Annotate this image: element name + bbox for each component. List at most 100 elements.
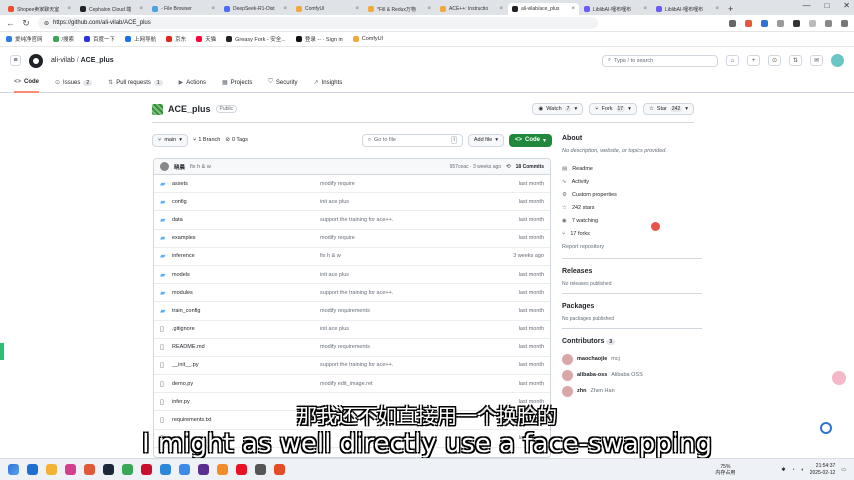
taskbar-app-icon[interactable] bbox=[236, 464, 247, 475]
file-row[interactable]: ▰ examples modify require last month bbox=[154, 230, 550, 248]
repo-name[interactable]: ACE_plus bbox=[168, 104, 211, 114]
close-window-button[interactable]: ✕ bbox=[843, 1, 850, 10]
file-commit-message[interactable]: support the training for ace++. bbox=[320, 217, 496, 223]
file-row[interactable]: ▯ __init__.py support the training for ace… bbox=[154, 357, 550, 376]
taskbar-app-icon[interactable] bbox=[274, 464, 285, 475]
maximize-button[interactable]: □ bbox=[824, 1, 829, 10]
taskbar-app-icon[interactable] bbox=[27, 464, 38, 475]
about-item[interactable]: ◉ 7 watching bbox=[562, 214, 702, 227]
file-name[interactable]: demo.py bbox=[172, 381, 320, 387]
side-handle[interactable] bbox=[0, 343, 4, 360]
file-name[interactable]: examples bbox=[172, 235, 320, 241]
about-item[interactable]: ▤ Readme bbox=[562, 162, 702, 175]
tab-issues[interactable]: ⊙ Issues 2 bbox=[55, 74, 93, 93]
browser-tab[interactable]: Cephalon Cloud 端 × bbox=[76, 3, 147, 15]
file-commit-message[interactable]: init ace plus bbox=[320, 326, 496, 332]
bookmark-item[interactable]: Greasy Fork - 安全... bbox=[226, 35, 286, 43]
extension-icon[interactable] bbox=[793, 19, 800, 27]
branches-link[interactable]: ⑂ 1 Branch bbox=[193, 137, 220, 143]
file-row[interactable]: ▰ config init ace plus last month bbox=[154, 193, 550, 212]
close-icon[interactable]: × bbox=[283, 6, 287, 12]
file-name[interactable]: config bbox=[172, 199, 320, 205]
close-icon[interactable]: × bbox=[499, 6, 503, 12]
bluetooth-icon[interactable]: ✱ bbox=[781, 467, 785, 473]
taskbar-app-icon[interactable] bbox=[141, 464, 152, 475]
file-name[interactable]: assets bbox=[172, 181, 320, 187]
close-icon[interactable]: × bbox=[355, 6, 359, 12]
taskbar-app-icon[interactable] bbox=[160, 464, 171, 475]
file-row[interactable]: ▰ assets modify require last month bbox=[154, 175, 550, 194]
bookmark-item[interactable]: ComfyUI bbox=[352, 36, 383, 42]
tab-code[interactable]: <> Code bbox=[14, 74, 40, 93]
watch-button[interactable]: ◉ Watch 7 ▾ bbox=[532, 103, 584, 115]
about-item[interactable]: ⑂ 17 forks bbox=[562, 227, 702, 240]
browser-tab[interactable]: LiblibAI-哩布哩布 × bbox=[580, 3, 651, 15]
bookmark-item[interactable]: 登录 -- · Sign in bbox=[295, 35, 343, 43]
pull-requests-icon[interactable]: ⇅ bbox=[789, 55, 802, 66]
taskbar-app-icon[interactable] bbox=[84, 464, 95, 475]
new-tab-button[interactable]: + bbox=[728, 3, 733, 15]
volume-icon[interactable]: ◖ bbox=[801, 467, 804, 473]
add-file-button[interactable]: Add file ▾ bbox=[467, 133, 504, 147]
file-name[interactable]: train_config bbox=[172, 308, 320, 314]
menu-icon[interactable] bbox=[841, 19, 848, 27]
breadcrumb-repo[interactable]: ACE_plus bbox=[81, 57, 114, 64]
file-commit-message[interactable]: modify requirements bbox=[320, 344, 496, 350]
file-row[interactable]: ▰ modules support the training for ace++. l… bbox=[154, 284, 550, 303]
browser-tab[interactable]: - File Browser × bbox=[148, 3, 219, 15]
file-row[interactable]: ▯ README.md modify requirements last month bbox=[154, 339, 550, 357]
copilot-icon[interactable]: ⌂ bbox=[726, 55, 739, 66]
about-item[interactable]: ∿ Activity bbox=[562, 175, 702, 188]
profile-icon[interactable] bbox=[825, 19, 832, 27]
windows-start-icon[interactable] bbox=[8, 464, 19, 475]
network-icon[interactable]: ◔ bbox=[792, 467, 795, 473]
reload-icon[interactable]: ↻ bbox=[22, 18, 30, 29]
report-link[interactable]: Report repository bbox=[562, 240, 702, 253]
close-icon[interactable]: × bbox=[571, 6, 575, 12]
browser-tab[interactable]: ali-vilab/ace_plus × bbox=[508, 3, 579, 15]
browser-tab[interactable]: ComfyUI × bbox=[292, 3, 363, 15]
go-to-file-input[interactable]: ⌕ Go to file t bbox=[361, 133, 463, 147]
create-new-icon[interactable]: + bbox=[747, 55, 760, 66]
file-name[interactable]: modules bbox=[172, 290, 320, 296]
branch-select[interactable]: ⑂ main ▾ bbox=[152, 133, 188, 147]
floating-assistant-icon[interactable] bbox=[832, 371, 846, 385]
close-icon[interactable]: × bbox=[643, 6, 647, 12]
file-commit-message[interactable]: fix h & w bbox=[320, 253, 496, 259]
bookmark-item[interactable]: 京东 bbox=[166, 35, 186, 43]
file-commit-message[interactable]: init ace plus bbox=[320, 199, 496, 205]
tags-link[interactable]: ⊘ 0 Tags bbox=[225, 137, 248, 143]
search-input[interactable]: ⌕ Type / to search bbox=[602, 54, 718, 67]
site-info-icon[interactable]: ⊜ bbox=[44, 20, 49, 27]
file-commit-message[interactable]: modify require bbox=[320, 235, 496, 241]
file-row[interactable]: ▰ data support the training for ace++. last… bbox=[154, 211, 550, 230]
about-item[interactable]: ⚙ Custom properties bbox=[562, 188, 702, 201]
contributor-item[interactable]: maochaojie mcj bbox=[562, 351, 702, 367]
extension-icon[interactable] bbox=[745, 19, 752, 27]
back-icon[interactable]: ← bbox=[6, 18, 15, 28]
taskbar-app-icon[interactable] bbox=[217, 464, 228, 475]
taskbar-app-icon[interactable] bbox=[198, 464, 209, 475]
browser-tab[interactable]: *Fill & Redux万物 × bbox=[364, 3, 435, 15]
file-row[interactable]: ▰ inference fix h & w 3 weeks ago bbox=[154, 248, 550, 266]
file-commit-message[interactable]: modify edit_image.ret bbox=[320, 381, 496, 387]
file-commit-message[interactable]: modify require bbox=[320, 181, 496, 187]
code-button[interactable]: <> Code ▾ bbox=[508, 133, 552, 147]
commit-count[interactable]: 18 Commits bbox=[516, 164, 544, 170]
contributors-heading[interactable]: Contributors 3 bbox=[562, 338, 702, 345]
extension-icon[interactable] bbox=[777, 19, 784, 27]
file-row[interactable]: ▯ demo.py modify edit_image.ret last month bbox=[154, 375, 550, 394]
contributor-item[interactable]: zhn Zhen Han bbox=[562, 383, 702, 399]
tab-pull-requests[interactable]: ⇅ Pull requests 1 bbox=[108, 74, 163, 93]
avatar[interactable] bbox=[831, 54, 844, 67]
file-row[interactable]: ▯ .gitignore init ace plus last month bbox=[154, 321, 550, 339]
inbox-icon[interactable]: ✉ bbox=[810, 55, 823, 66]
file-name[interactable]: __init__.py bbox=[172, 362, 320, 368]
close-icon[interactable]: × bbox=[715, 6, 719, 12]
commit-author[interactable]: 晓晨 bbox=[174, 163, 185, 171]
close-icon[interactable]: × bbox=[139, 6, 143, 12]
browser-tab[interactable]: ACE++: Instructio × bbox=[436, 3, 507, 15]
taskbar-app-icon[interactable] bbox=[103, 464, 114, 475]
releases-heading[interactable]: Releases bbox=[562, 268, 702, 275]
about-item[interactable]: ☆ 242 stars bbox=[562, 201, 702, 214]
